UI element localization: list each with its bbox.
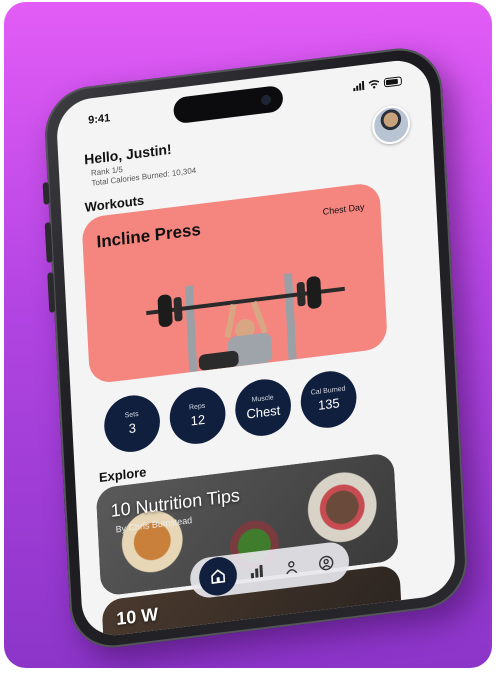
tab-stats[interactable] xyxy=(241,555,272,589)
home-icon xyxy=(210,569,225,585)
status-time: 9:41 xyxy=(87,112,111,127)
stat-value: 12 xyxy=(190,411,206,429)
avatar[interactable] xyxy=(371,103,412,147)
tab-profile[interactable] xyxy=(310,546,341,580)
phone-mockup: 9:41 Hello, Justin! Rank 1/5 Total Calor… xyxy=(42,43,470,653)
explore-section-title: Explore xyxy=(98,464,147,486)
stat-label: Cal Burned xyxy=(310,385,346,397)
promo-background: 9:41 Hello, Justin! Rank 1/5 Total Calor… xyxy=(4,2,492,668)
app-screen: 9:41 Hello, Justin! Rank 1/5 Total Calor… xyxy=(55,56,457,640)
workout-card[interactable]: Incline Press Chest Day xyxy=(81,181,388,385)
cellular-signal-icon xyxy=(353,80,365,92)
stat-label: Muscle xyxy=(251,394,274,404)
profile-icon xyxy=(318,555,333,571)
explore-card-title: 10 W xyxy=(115,603,159,630)
stat-value: 135 xyxy=(317,395,341,413)
status-icons xyxy=(353,76,403,92)
stat-calories-burned: Cal Burned 135 xyxy=(299,368,358,431)
tab-home[interactable] xyxy=(197,555,238,598)
group-icon xyxy=(285,561,297,575)
battery-icon xyxy=(383,76,403,88)
silent-switch xyxy=(42,182,50,205)
chart-icon xyxy=(250,564,263,579)
greeting: Hello, Justin! xyxy=(83,140,172,168)
stat-muscle: Muscle Chest xyxy=(233,376,293,440)
bench-press-illustration xyxy=(146,273,345,373)
stat-sets: Sets 3 xyxy=(102,392,162,456)
wifi-icon xyxy=(368,80,380,89)
dynamic-island xyxy=(172,84,284,125)
stat-label: Sets xyxy=(124,410,139,420)
stat-value: 3 xyxy=(128,420,137,437)
stat-label: Reps xyxy=(188,402,206,412)
workout-stats: Sets 3 Reps 12 Muscle Chest Cal Burned 1… xyxy=(102,368,358,456)
stat-reps: Reps 12 xyxy=(168,384,227,448)
stat-value: Chest xyxy=(246,402,281,422)
tab-community[interactable] xyxy=(275,551,306,585)
